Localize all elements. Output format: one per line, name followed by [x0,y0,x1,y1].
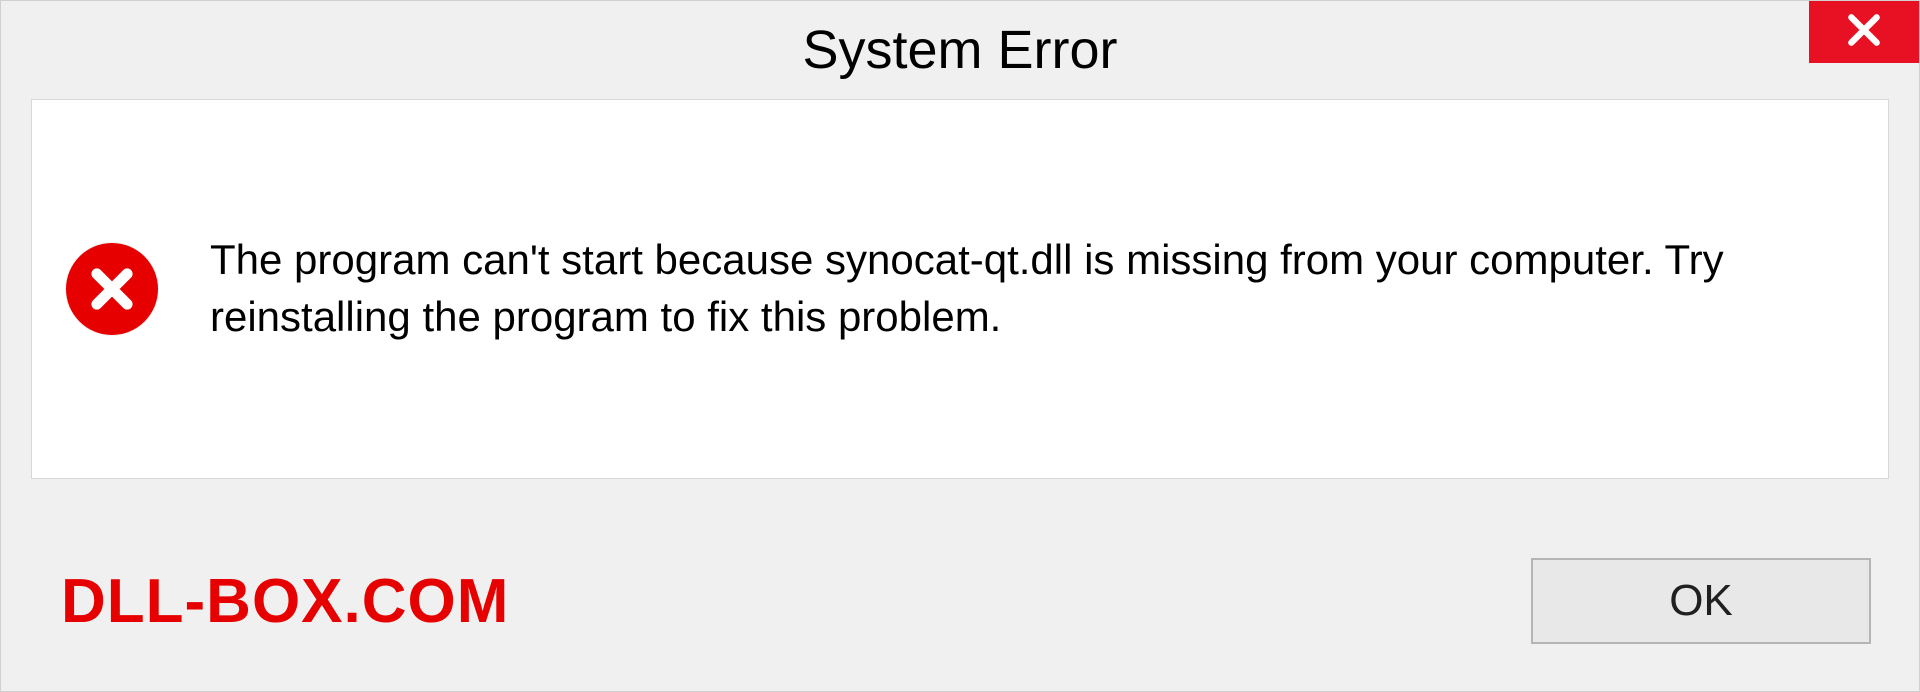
footer: DLL-BOX.COM OK [1,511,1919,691]
watermark-text: DLL-BOX.COM [61,566,509,637]
close-button[interactable] [1809,1,1919,63]
content-area: The program can't start because synocat-… [31,99,1889,479]
error-message: The program can't start because synocat-… [210,232,1858,345]
close-icon [1845,11,1883,54]
ok-button[interactable]: OK [1531,558,1871,644]
dialog-title: System Error [802,19,1117,81]
system-error-dialog: System Error The program can't start bec… [0,0,1920,692]
titlebar: System Error [1,1,1919,99]
error-icon [62,239,162,339]
